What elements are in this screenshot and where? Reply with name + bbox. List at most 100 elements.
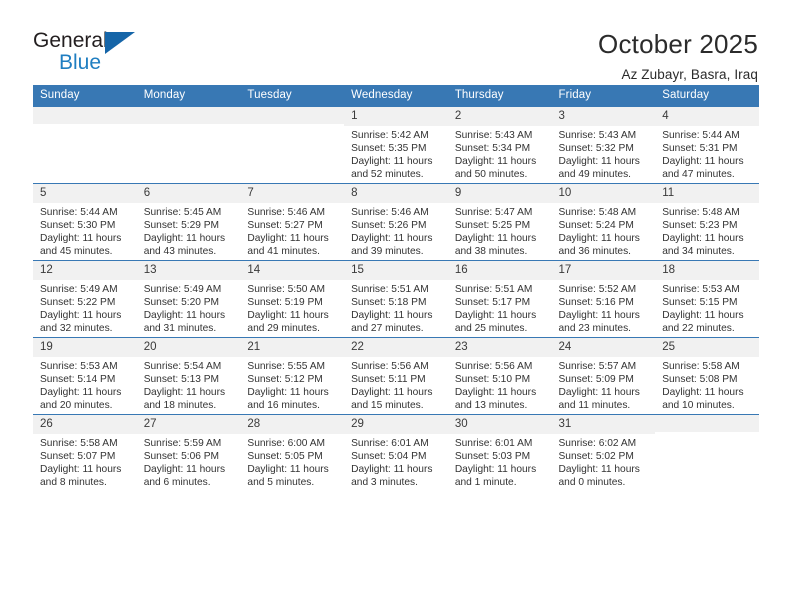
- sunrise-time: Sunrise: 5:51 AM: [454, 283, 533, 295]
- sunrise-time: Sunrise: 5:51 AM: [351, 283, 429, 295]
- daylight-duration-line2: and 18 minutes.: [143, 400, 217, 412]
- daylight-duration-line1: Daylight: 11 hours: [40, 464, 122, 476]
- daylight-duration-line2: and 8 minutes.: [40, 477, 107, 489]
- calendar-day-cell[interactable]: 24 Sunrise: 5:57 AM Sunset: 5:09 PM Dayligh…: [551, 337, 656, 415]
- calendar-day-cell[interactable]: 27 Sunrise: 5:59 AM Sunset: 5:06 PM Dayligh…: [136, 414, 241, 491]
- weekday-header-tuesday: Tuesday: [240, 85, 345, 107]
- daylight-duration-line1: Daylight: 11 hours: [662, 310, 744, 322]
- daylight-duration-line1: Daylight: 11 hours: [247, 233, 329, 245]
- sunset-time: Sunset: 5:08 PM: [662, 373, 738, 385]
- sunset-time: Sunset: 5:30 PM: [40, 219, 116, 231]
- calendar-day-cell[interactable]: 23 Sunrise: 5:56 AM Sunset: 5:10 PM Dayligh…: [447, 337, 552, 415]
- day-number: 30: [447, 415, 552, 434]
- sunset-time: Sunset: 5:18 PM: [351, 296, 427, 308]
- day-number: [136, 107, 241, 124]
- daylight-duration-line2: and 50 minutes.: [454, 169, 528, 181]
- calendar-week-row: 1 Sunrise: 5:42 AM Sunset: 5:35 PM Daylight…: [33, 106, 759, 184]
- sunset-time: Sunset: 5:34 PM: [454, 142, 531, 154]
- day-details: Sunrise: 5:53 AM Sunset: 5:15 PM Daylight:…: [655, 280, 759, 336]
- calendar-day-cell[interactable]: 8 Sunrise: 5:46 AM Sunset: 5:26 PM Daylight…: [344, 183, 448, 261]
- calendar-day-cell[interactable]: 31 Sunrise: 6:02 AM Sunset: 5:02 PM Dayligh…: [551, 414, 656, 491]
- daylight-duration-line2: and 1 minute.: [454, 477, 517, 489]
- calendar-day-cell[interactable]: 14 Sunrise: 5:50 AM Sunset: 5:19 PM Dayligh…: [240, 260, 345, 338]
- daylight-duration-line2: and 6 minutes.: [143, 477, 211, 489]
- calendar-day-cell[interactable]: 16 Sunrise: 5:51 AM Sunset: 5:17 PM Dayligh…: [447, 260, 552, 338]
- daylight-duration-line2: and 47 minutes.: [662, 169, 735, 181]
- daylight-duration-line2: and 38 minutes.: [454, 246, 528, 258]
- calendar-day-cell[interactable]: 9 Sunrise: 5:47 AM Sunset: 5:25 PM Daylight…: [447, 183, 552, 261]
- day-number: 2: [447, 107, 552, 126]
- day-details: Sunrise: 5:56 AM Sunset: 5:10 PM Daylight:…: [448, 357, 552, 413]
- day-number: 14: [240, 261, 345, 280]
- day-details: Sunrise: 5:57 AM Sunset: 5:09 PM Daylight:…: [552, 357, 656, 413]
- sunrise-sunset-calendar: Sunday Monday Tuesday Wednesday Thursday…: [33, 85, 759, 491]
- calendar-day-cell[interactable]: 3 Sunrise: 5:43 AM Sunset: 5:32 PM Daylight…: [551, 106, 656, 184]
- daylight-duration-line1: Daylight: 11 hours: [351, 233, 433, 245]
- calendar-day-cell[interactable]: 18 Sunrise: 5:53 AM Sunset: 5:15 PM Dayligh…: [655, 260, 759, 338]
- daylight-duration-line2: and 20 minutes.: [40, 400, 113, 412]
- calendar-day-cell[interactable]: 12 Sunrise: 5:49 AM Sunset: 5:22 PM Dayligh…: [33, 260, 137, 338]
- day-details: Sunrise: 5:49 AM Sunset: 5:20 PM Daylight:…: [137, 280, 241, 336]
- calendar-day-cell[interactable]: 30 Sunrise: 6:01 AM Sunset: 5:03 PM Dayligh…: [447, 414, 552, 491]
- daylight-duration-line2: and 36 minutes.: [558, 246, 632, 258]
- day-number: 16: [447, 261, 552, 280]
- sunset-time: Sunset: 5:35 PM: [351, 142, 427, 154]
- sunset-time: Sunset: 5:16 PM: [558, 296, 634, 308]
- weekday-header-monday: Monday: [136, 85, 241, 107]
- daylight-duration-line1: Daylight: 11 hours: [143, 233, 226, 245]
- sunrise-time: Sunrise: 5:55 AM: [247, 360, 325, 372]
- calendar-day-cell[interactable]: 26 Sunrise: 5:58 AM Sunset: 5:07 PM Dayligh…: [33, 414, 137, 491]
- brand-name-blue: Blue: [59, 51, 102, 74]
- day-number: 29: [344, 415, 448, 434]
- calendar-day-cell[interactable]: 2 Sunrise: 5:43 AM Sunset: 5:34 PM Daylight…: [447, 106, 552, 184]
- daylight-duration-line2: and 52 minutes.: [351, 169, 424, 181]
- calendar-day-cell[interactable]: 7 Sunrise: 5:46 AM Sunset: 5:27 PM Daylight…: [240, 183, 345, 261]
- day-details: Sunrise: 5:54 AM Sunset: 5:13 PM Daylight:…: [137, 357, 241, 413]
- daylight-duration-line2: and 29 minutes.: [247, 323, 320, 335]
- day-number: 5: [33, 184, 137, 203]
- day-details: Sunrise: 5:43 AM Sunset: 5:32 PM Daylight:…: [552, 126, 656, 182]
- calendar-day-cell[interactable]: 25 Sunrise: 5:58 AM Sunset: 5:08 PM Dayligh…: [655, 337, 759, 415]
- day-number: [240, 107, 345, 124]
- sunrise-time: Sunrise: 5:48 AM: [662, 206, 740, 218]
- sunrise-time: Sunrise: 5:58 AM: [40, 437, 118, 449]
- calendar-day-cell[interactable]: 20 Sunrise: 5:54 AM Sunset: 5:13 PM Dayligh…: [136, 337, 241, 415]
- calendar-day-cell[interactable]: 10 Sunrise: 5:48 AM Sunset: 5:24 PM Dayligh…: [551, 183, 656, 261]
- calendar-body: 1 Sunrise: 5:42 AM Sunset: 5:35 PM Daylight…: [33, 106, 759, 491]
- sunset-time: Sunset: 5:32 PM: [558, 142, 634, 154]
- calendar-day-cell[interactable]: 17 Sunrise: 5:52 AM Sunset: 5:16 PM Dayligh…: [551, 260, 656, 338]
- general-blue-logo[interactable]: General Blue: [33, 28, 153, 76]
- sunset-time: Sunset: 5:06 PM: [143, 450, 220, 462]
- calendar-day-cell[interactable]: 5 Sunrise: 5:44 AM Sunset: 5:30 PM Daylight…: [33, 183, 137, 261]
- calendar-day-cell[interactable]: 11 Sunrise: 5:48 AM Sunset: 5:23 PM Dayligh…: [655, 183, 759, 261]
- calendar-day-cell[interactable]: 22 Sunrise: 5:56 AM Sunset: 5:11 PM Dayligh…: [344, 337, 448, 415]
- day-details: Sunrise: 5:46 AM Sunset: 5:27 PM Daylight:…: [240, 203, 344, 259]
- day-details: Sunrise: 5:52 AM Sunset: 5:16 PM Daylight:…: [552, 280, 656, 336]
- calendar-day-cell[interactable]: 21 Sunrise: 5:55 AM Sunset: 5:12 PM Dayligh…: [240, 337, 345, 415]
- calendar-day-cell[interactable]: 28 Sunrise: 6:00 AM Sunset: 5:05 PM Dayligh…: [240, 414, 345, 491]
- calendar-day-cell[interactable]: 13 Sunrise: 5:49 AM Sunset: 5:20 PM Dayligh…: [136, 260, 241, 338]
- daylight-duration-line1: Daylight: 11 hours: [351, 387, 433, 399]
- sunrise-time: Sunrise: 6:01 AM: [351, 437, 429, 449]
- sunrise-time: Sunrise: 5:46 AM: [247, 206, 325, 218]
- daylight-duration-line2: and 34 minutes.: [662, 246, 735, 258]
- calendar-day-cell[interactable]: 4 Sunrise: 5:44 AM Sunset: 5:31 PM Daylight…: [655, 106, 759, 184]
- sunrise-time: Sunrise: 5:52 AM: [558, 283, 637, 295]
- daylight-duration-line1: Daylight: 11 hours: [454, 310, 537, 322]
- title-block: October 2025 Az Zubayr, Basra, Iraq: [598, 28, 758, 82]
- calendar-day-cell[interactable]: 29 Sunrise: 6:01 AM Sunset: 5:04 PM Dayligh…: [344, 414, 448, 491]
- day-number: 11: [655, 184, 759, 203]
- day-details: Sunrise: 5:51 AM Sunset: 5:17 PM Daylight:…: [448, 280, 552, 336]
- daylight-duration-line1: Daylight: 11 hours: [558, 156, 640, 168]
- calendar-week-row: 5 Sunrise: 5:44 AM Sunset: 5:30 PM Daylight…: [33, 183, 759, 261]
- calendar-day-cell[interactable]: 6 Sunrise: 5:45 AM Sunset: 5:29 PM Daylight…: [136, 183, 241, 261]
- day-number: [33, 107, 137, 124]
- day-details: Sunrise: 5:53 AM Sunset: 5:14 PM Daylight:…: [33, 357, 137, 413]
- daylight-duration-line1: Daylight: 11 hours: [143, 387, 226, 399]
- calendar-day-cell[interactable]: 1 Sunrise: 5:42 AM Sunset: 5:35 PM Daylight…: [344, 106, 448, 184]
- calendar-day-cell[interactable]: 15 Sunrise: 5:51 AM Sunset: 5:18 PM Dayligh…: [344, 260, 448, 338]
- calendar-day-cell[interactable]: 19 Sunrise: 5:53 AM Sunset: 5:14 PM Dayligh…: [33, 337, 137, 415]
- day-number: 9: [447, 184, 552, 203]
- daylight-duration-line1: Daylight: 11 hours: [558, 387, 640, 399]
- calendar-header-row: Sunday Monday Tuesday Wednesday Thursday…: [33, 85, 759, 107]
